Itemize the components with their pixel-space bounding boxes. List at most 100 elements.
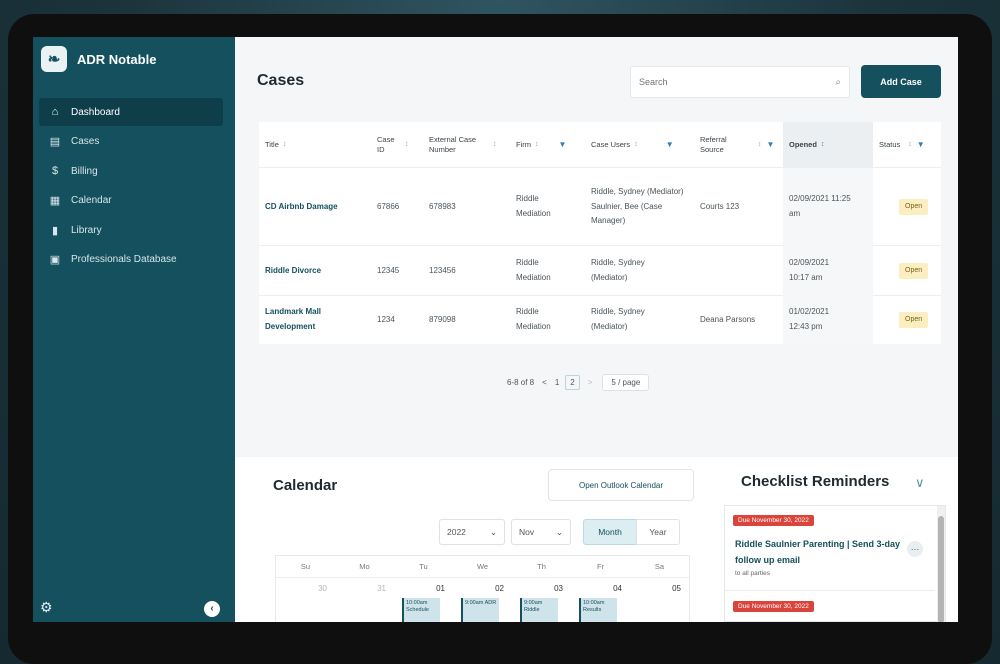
calendar-event[interactable]: 9:00am Riddle bbox=[520, 598, 558, 622]
sidebar-item-calendar[interactable]: ▦ Calendar bbox=[39, 187, 223, 215]
calendar-day[interactable]: 04 bbox=[571, 584, 630, 593]
sidebar-item-professionals-database[interactable]: ▣ Professionals Database bbox=[39, 246, 223, 274]
search-input[interactable] bbox=[639, 77, 836, 87]
column-header-status[interactable]: Status ↕ ▼ bbox=[879, 122, 939, 168]
column-label: Case Users bbox=[591, 140, 631, 150]
pagination-range: 6-8 of 8 bbox=[507, 378, 535, 387]
table-row[interactable]: Riddle Divorce 12345 123456 Riddle Media… bbox=[259, 246, 941, 296]
weekday-label: Fr bbox=[596, 562, 605, 571]
year-value: 2022 bbox=[447, 527, 466, 537]
column-header-case-id[interactable]: Case ID ↕ bbox=[377, 122, 417, 168]
collapse-sidebar-button[interactable]: ‹ bbox=[204, 601, 220, 617]
chevron-down-icon: ⌄ bbox=[555, 526, 563, 537]
calendar-title: Calendar bbox=[273, 477, 338, 494]
sidebar-item-billing[interactable]: $ Billing bbox=[39, 157, 223, 185]
case-users: Riddle, Sydney (Mediator) bbox=[591, 307, 645, 331]
sort-icon[interactable]: ↕ bbox=[821, 140, 825, 149]
filter-icon[interactable]: ▼ bbox=[917, 140, 925, 150]
external-case-number: 879098 bbox=[429, 314, 456, 324]
open-outlook-calendar-button[interactable]: Open Outlook Calendar bbox=[548, 469, 694, 501]
calendar-event[interactable]: 9:00am ADR bbox=[461, 598, 499, 622]
case-title-link[interactable]: CD Airbnb Damage bbox=[265, 168, 370, 246]
sidebar-item-label: Professionals Database bbox=[71, 254, 177, 265]
calendar-day[interactable]: 02 bbox=[453, 584, 512, 593]
case-title-link[interactable]: Landmark Mall Development bbox=[265, 296, 355, 344]
column-label: Opened bbox=[789, 140, 817, 150]
table-row[interactable]: Landmark Mall Development 1234 879098 Ri… bbox=[259, 296, 941, 344]
checklist-item-subtext: to all parties bbox=[735, 570, 771, 577]
column-header-firm[interactable]: Firm ↕ ▼ bbox=[516, 122, 582, 168]
column-label: Case ID bbox=[377, 135, 395, 154]
calendar-day[interactable]: 01 bbox=[394, 584, 453, 593]
gear-icon[interactable]: ⚙ bbox=[40, 599, 53, 616]
column-header-case-users[interactable]: Case Users ↕ ▼ bbox=[591, 122, 691, 168]
column-label: Title bbox=[265, 140, 279, 150]
filter-icon[interactable]: ▼ bbox=[767, 140, 775, 150]
sort-icon[interactable]: ↕ bbox=[405, 140, 409, 149]
chevron-down-icon[interactable]: ∨ bbox=[915, 475, 925, 491]
filter-icon[interactable]: ▼ bbox=[559, 140, 567, 150]
bookmark-icon: ▮ bbox=[51, 224, 59, 237]
column-label: Referral Source bbox=[700, 135, 727, 154]
column-header-title[interactable]: Title ↕ bbox=[265, 122, 365, 168]
sidebar: ❧ ADR Notable ⌂ Dashboard ▤ Cases $ Bill… bbox=[33, 37, 235, 622]
status-cell: Open bbox=[899, 246, 929, 296]
calendar-day[interactable]: 05 bbox=[630, 584, 689, 593]
weekday-label: Th bbox=[537, 562, 546, 571]
checklist-item-link[interactable]: Riddle Saulnier Parenting | Send 3-day f… bbox=[735, 536, 915, 568]
sort-icon[interactable]: ↕ bbox=[493, 140, 497, 149]
next-page-button[interactable]: > bbox=[588, 378, 593, 387]
filter-icon[interactable]: ▼ bbox=[666, 140, 674, 150]
page-1-button[interactable]: 1 bbox=[555, 378, 559, 387]
table-row[interactable]: CD Airbnb Damage 67866 678983 Riddle Med… bbox=[259, 168, 941, 246]
checklist-list: Due November 30, 2022 Riddle Saulnier Pa… bbox=[724, 505, 946, 622]
calendar-day[interactable]: 03 bbox=[512, 584, 571, 593]
column-header-external-case-number[interactable]: External Case Number ↕ bbox=[429, 122, 507, 168]
dollar-icon: $ bbox=[51, 165, 59, 177]
column-header-opened[interactable]: Opened ↕ bbox=[783, 122, 873, 168]
month-view-button[interactable]: Month bbox=[583, 519, 637, 545]
search-box[interactable]: ⌕ bbox=[630, 66, 850, 98]
sidebar-item-cases[interactable]: ▤ Cases bbox=[39, 128, 223, 156]
sidebar-item-label: Billing bbox=[71, 165, 98, 177]
page-2-button[interactable]: 2 bbox=[565, 375, 580, 390]
sidebar-item-label: Cases bbox=[71, 136, 100, 147]
column-header-referral-source[interactable]: Referral Source ↕ ▼ bbox=[700, 122, 780, 168]
calendar-day[interactable]: 30 bbox=[276, 584, 335, 593]
weekday-label: We bbox=[476, 562, 489, 571]
id-card-icon: ▣ bbox=[49, 254, 61, 266]
pagination: 6-8 of 8 < 1 2 > 5 / page bbox=[507, 374, 650, 391]
scrollbar-thumb[interactable] bbox=[938, 516, 944, 622]
briefcase-icon: ▤ bbox=[49, 136, 61, 148]
weekday-label: Mo bbox=[359, 562, 370, 571]
calendar-event[interactable]: 10:00am Results bbox=[579, 598, 617, 622]
weekday-label: Sa bbox=[654, 562, 665, 571]
sidebar-item-dashboard[interactable]: ⌂ Dashboard bbox=[39, 98, 223, 126]
calendar-event[interactable]: 10:00am Schedule bbox=[402, 598, 440, 622]
sort-icon[interactable]: ↕ bbox=[908, 140, 912, 149]
sort-icon[interactable]: ↕ bbox=[634, 140, 638, 149]
calendar-day[interactable]: 31 bbox=[335, 584, 394, 593]
case-title-link[interactable]: Riddle Divorce bbox=[265, 246, 370, 296]
sidebar-nav: ⌂ Dashboard ▤ Cases $ Billing ▦ Calendar… bbox=[39, 98, 223, 275]
external-case-number: 123456 bbox=[429, 265, 456, 275]
prev-page-button[interactable]: < bbox=[542, 378, 547, 387]
month-select[interactable]: Nov ⌄ bbox=[511, 519, 571, 545]
sort-icon[interactable]: ↕ bbox=[535, 140, 539, 149]
case-id: 12345 bbox=[377, 265, 400, 275]
more-options-icon[interactable]: … bbox=[907, 541, 923, 557]
year-view-button[interactable]: Year bbox=[636, 519, 680, 545]
column-label: Firm bbox=[516, 140, 531, 150]
case-id: 67866 bbox=[377, 201, 400, 211]
sidebar-item-library[interactable]: ▮ Library bbox=[39, 216, 223, 244]
year-select[interactable]: 2022 ⌄ bbox=[439, 519, 505, 545]
scrollbar-track[interactable] bbox=[937, 506, 945, 622]
add-case-button[interactable]: Add Case bbox=[861, 65, 941, 98]
search-icon[interactable]: ⌕ bbox=[835, 77, 841, 88]
brand[interactable]: ❧ ADR Notable bbox=[41, 46, 156, 72]
sort-icon[interactable]: ↕ bbox=[758, 140, 762, 149]
page-size-select[interactable]: 5 / page bbox=[602, 374, 650, 391]
status-badge: Open bbox=[899, 311, 929, 329]
sort-icon[interactable]: ↕ bbox=[283, 140, 287, 149]
calendar-grid: Su Mo Tu We Th Fr Sa 30 31 01 02 03 04 0… bbox=[275, 555, 690, 622]
